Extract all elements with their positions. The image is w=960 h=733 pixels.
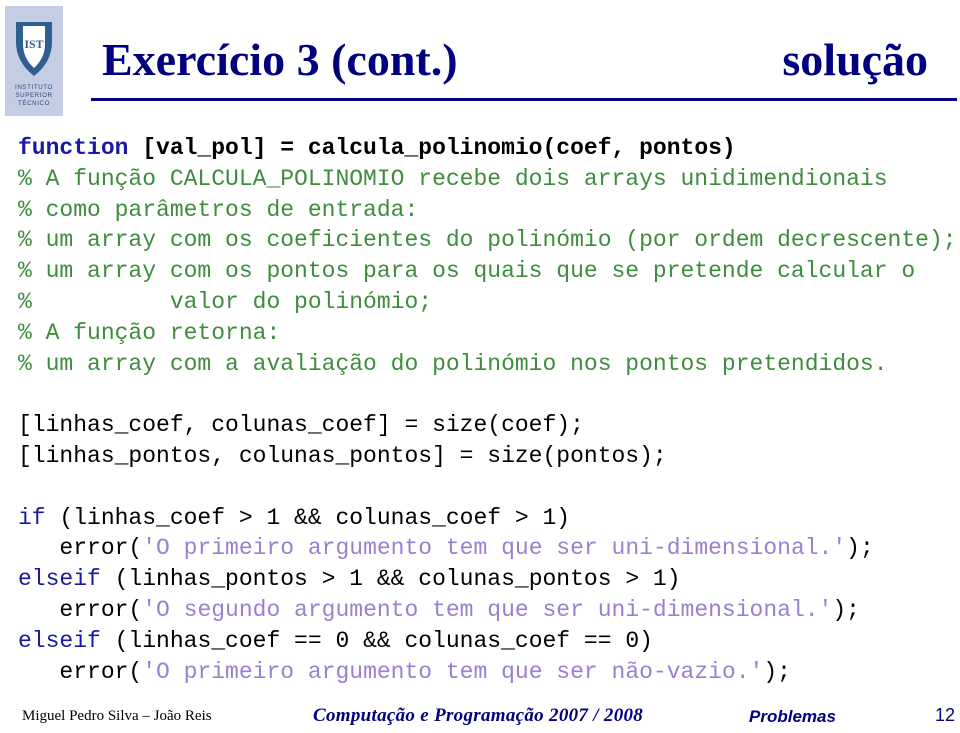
logo-line: SUPERIOR [15,92,53,99]
code-text: error( [18,596,143,623]
code-comment: % como parâmetros de entrada: [18,196,419,223]
code-text: (linhas_coef == 0 && colunas_coef == 0) [100,627,653,654]
code-text: error( [18,658,143,685]
ist-logo: IST INSTITUTO SUPERIOR TÉCNICO [5,6,63,116]
title-divider [91,98,957,101]
code-line: if (linhas_coef > 1 && colunas_coef > 1) [18,503,957,534]
code-line: elseif (linhas_pontos > 1 && colunas_pon… [18,564,957,595]
code-comment: % A função retorna: [18,319,281,346]
code-line: error('O segundo argumento tem que ser u… [18,595,957,626]
code-comment: % A função CALCULA_POLINOMIO recebe dois… [18,165,888,192]
code-text: (linhas_pontos > 1 && colunas_pontos > 1… [100,566,681,593]
slide-subtitle: solução [782,34,928,85]
code-line: function [val_pol] = calcula_polinomio(c… [18,133,957,164]
logo-line: INSTITUTO [15,84,53,91]
code-keyword: function [18,135,129,161]
code-comment: % valor do polinómio; [18,288,433,315]
footer-section: Problemas [749,707,836,726]
code-block: function [val_pol] = calcula_polinomio(c… [18,133,957,687]
code-comment: % um array com os coeficientes do polinó… [18,227,957,254]
code-line: % um array com a avaliação do polinómio … [18,349,957,380]
logo-monogram: IST [24,37,43,51]
code-line: % um array com os pontos para os quais q… [18,256,957,287]
logo-line: TÉCNICO [17,100,51,107]
code-string: 'O primeiro argumento tem que ser uni-di… [142,535,847,562]
page-number: 12 [935,705,956,725]
code-string: 'O primeiro argumento tem que ser não-va… [142,658,764,685]
code-text: [linhas_coef, colunas_coef] = size(coef)… [18,412,584,439]
code-line: [linhas_coef, colunas_coef] = size(coef)… [18,410,957,441]
code-line: % um array com os coeficientes do polinó… [18,225,957,256]
code-line: % A função CALCULA_POLINOMIO recebe dois… [18,164,957,195]
code-line: elseif (linhas_coef == 0 && colunas_coef… [18,626,957,657]
code-line: error('O primeiro argumento tem que ser … [18,533,957,564]
slide-title: Exercício 3 (cont.) [102,34,458,85]
code-line: % valor do polinómio; [18,287,957,318]
code-text: [linhas_pontos, colunas_pontos] = size(p… [18,442,667,469]
footer-authors: Miguel Pedro Silva – João Reis [22,708,212,724]
code-comment: % um array com os pontos para os quais q… [18,258,916,285]
code-comment: % um array com a avaliação do polinómio … [18,350,888,377]
ist-shield-icon: IST [16,22,52,76]
code-keyword: elseif [18,627,101,654]
code-text: ); [763,658,791,685]
code-text: [val_pol] = calcula_polinomio(coef, pont… [128,135,736,161]
code-keyword: if [18,504,46,531]
code-text: error( [18,535,143,562]
code-text: ); [846,535,874,562]
code-line: error('O primeiro argumento tem que ser … [18,657,957,688]
code-line: [linhas_pontos, colunas_pontos] = size(p… [18,441,957,472]
code-text: (linhas_coef > 1 && colunas_coef > 1) [45,504,571,531]
code-line: % como parâmetros de entrada: [18,195,957,226]
code-string: 'O segundo argumento tem que ser uni-dim… [142,596,833,623]
code-text: ); [832,596,860,623]
code-keyword: elseif [18,566,101,593]
logo-text: INSTITUTO SUPERIOR TÉCNICO [5,84,63,108]
code-line: % A função retorna: [18,318,957,349]
footer-course: Computação e Programação 2007 / 2008 [313,705,644,726]
